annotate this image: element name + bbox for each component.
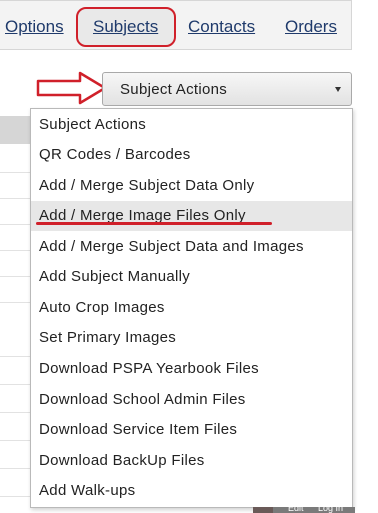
top-nav-bar: Options Subjects Contacts Orders bbox=[0, 0, 352, 50]
thumbnail-fragment bbox=[253, 507, 273, 513]
menu-item-merge-data-and-images[interactable]: Add / Merge Subject Data and Images bbox=[31, 232, 352, 262]
nav-link-subjects[interactable]: Subjects bbox=[93, 17, 158, 37]
menu-item-merge-image-files[interactable]: Add / Merge Image Files Only bbox=[31, 201, 352, 231]
menu-item-download-backup[interactable]: Download BackUp Files bbox=[31, 446, 352, 476]
red-arrow-icon bbox=[36, 71, 107, 105]
subject-actions-dropdown[interactable]: Subject Actions bbox=[102, 72, 352, 106]
nav-link-orders[interactable]: Orders bbox=[285, 17, 337, 37]
menu-item-add-walk-ups[interactable]: Add Walk-ups bbox=[31, 476, 352, 506]
menu-item-add-subject-manually[interactable]: Add Subject Manually bbox=[31, 262, 352, 292]
dropdown-selected-label: Subject Actions bbox=[120, 81, 228, 98]
nav-link-contacts[interactable]: Contacts bbox=[188, 17, 255, 37]
menu-item-download-service-item[interactable]: Download Service Item Files bbox=[31, 415, 352, 445]
menu-item-set-primary-images[interactable]: Set Primary Images bbox=[31, 323, 352, 353]
red-underline-annotation bbox=[36, 222, 272, 225]
menu-item-auto-crop-images[interactable]: Auto Crop Images bbox=[31, 293, 352, 323]
edit-link[interactable]: Edit bbox=[288, 503, 304, 513]
chevron-down-icon bbox=[335, 87, 341, 92]
menu-item-download-pspa-yearbook[interactable]: Download PSPA Yearbook Files bbox=[31, 354, 352, 384]
menu-item-qr-codes-barcodes[interactable]: QR Codes / Barcodes bbox=[31, 140, 352, 170]
nav-link-options[interactable]: Options bbox=[5, 17, 64, 37]
menu-item-merge-subject-data[interactable]: Add / Merge Subject Data Only bbox=[31, 171, 352, 201]
login-link[interactable]: Log In bbox=[318, 503, 343, 513]
menu-item-download-school-admin[interactable]: Download School Admin Files bbox=[31, 385, 352, 415]
subject-actions-menu: Subject Actions QR Codes / Barcodes Add … bbox=[30, 108, 353, 508]
menu-item-subject-actions[interactable]: Subject Actions bbox=[31, 110, 352, 140]
